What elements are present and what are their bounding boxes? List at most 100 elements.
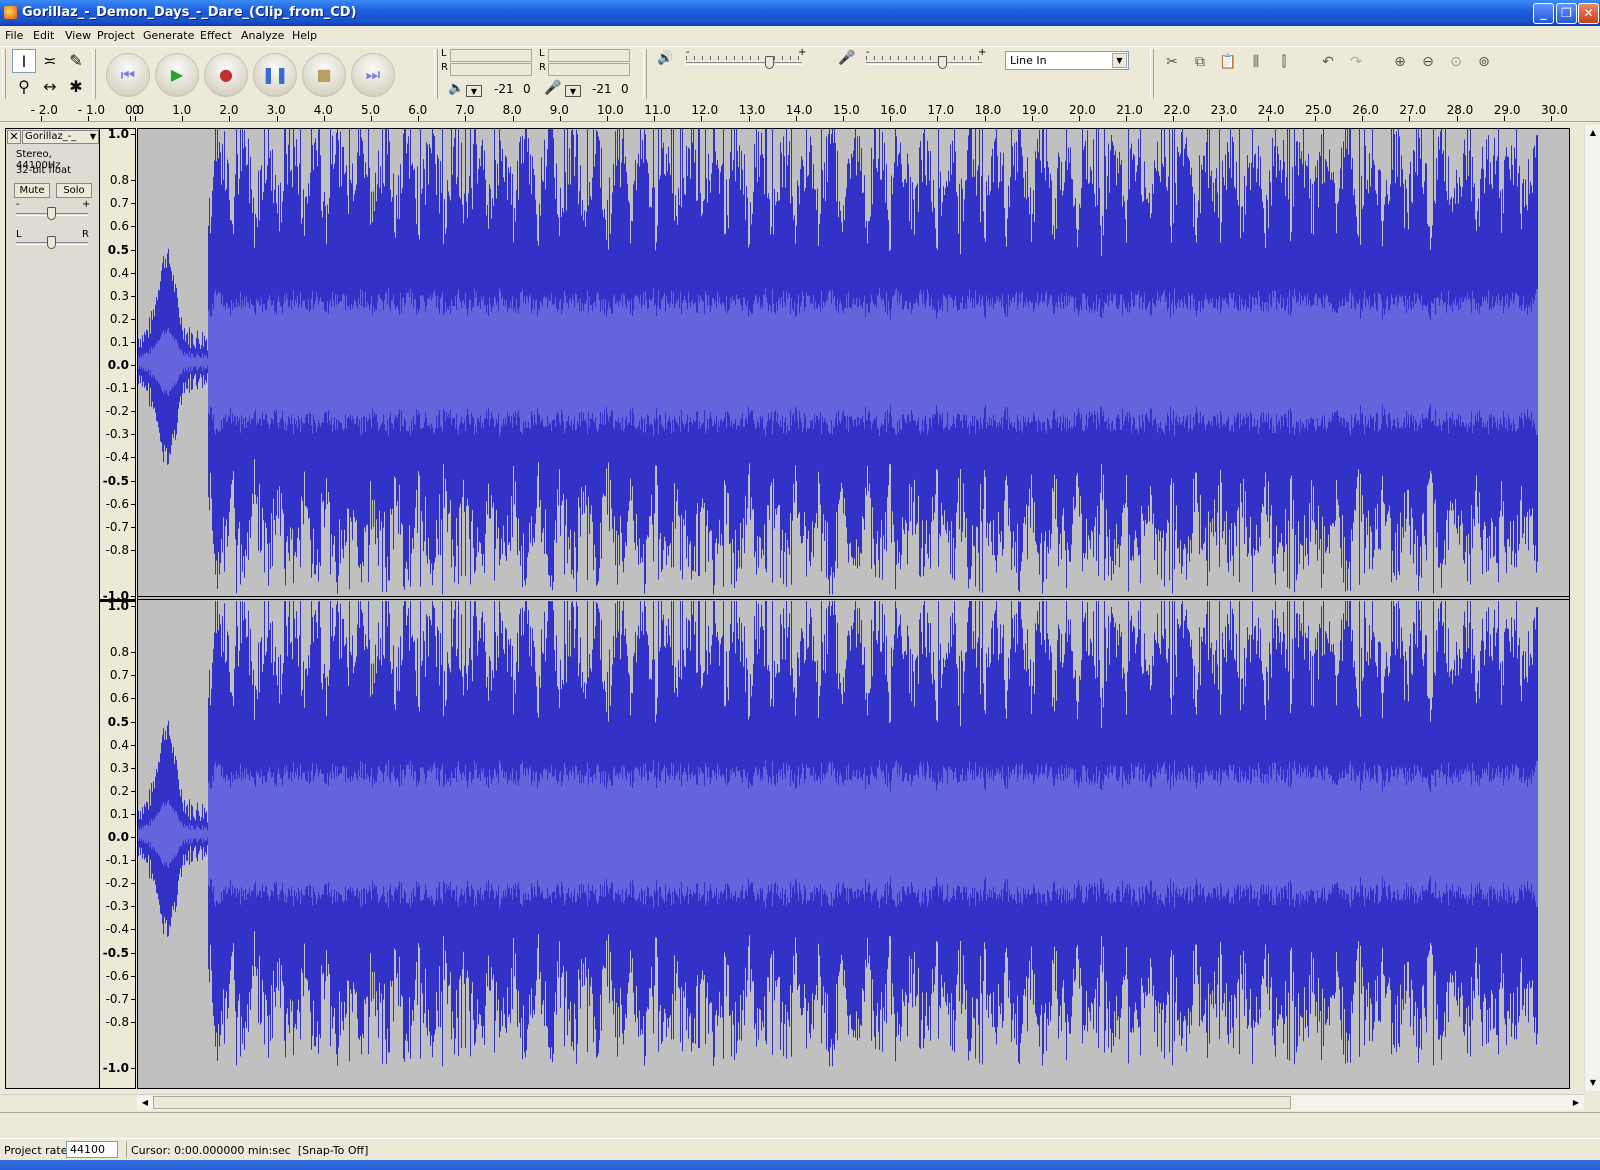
- menu-edit[interactable]: Edit: [33, 29, 54, 42]
- toolbar-grip[interactable]: [434, 49, 438, 99]
- waveform-display[interactable]: [137, 128, 1570, 1089]
- output-volume-slider[interactable]: [686, 62, 802, 65]
- amplitude-label: -0.2: [105, 404, 129, 419]
- minimize-button[interactable]: _: [1533, 3, 1554, 24]
- redo-icon[interactable]: ↷: [1344, 51, 1368, 73]
- menu-effect[interactable]: Effect: [200, 29, 232, 42]
- horizontal-scrollbar[interactable]: ◀ ▶: [137, 1094, 1584, 1110]
- horizontal-scroll-thumb[interactable]: [153, 1096, 1291, 1109]
- menu-help[interactable]: Help: [292, 29, 317, 42]
- scroll-up-icon[interactable]: ▲: [1585, 125, 1600, 141]
- record-button[interactable]: ●: [204, 53, 248, 97]
- ruler-label: 3.0: [266, 103, 286, 117]
- amplitude-tick: [131, 813, 135, 815]
- menu-view[interactable]: View: [65, 29, 91, 42]
- menu-file[interactable]: File: [5, 29, 23, 42]
- silence-icon[interactable]: ⫿: [1272, 51, 1296, 73]
- amplitude-label: 0.7: [109, 668, 129, 683]
- amplitude-tick: [131, 998, 135, 1000]
- input-meter-dropdown-icon[interactable]: ▼: [565, 85, 581, 97]
- zoom-tool-icon[interactable]: ⚲: [12, 75, 36, 99]
- output-volume-slider-thumb[interactable]: [764, 56, 774, 69]
- stop-button[interactable]: ■: [302, 53, 346, 97]
- track-name-menu[interactable]: Gorillaz_-_ ▼: [22, 130, 99, 144]
- pause-button[interactable]: ❚❚: [253, 53, 297, 97]
- amplitude-tick: [131, 503, 135, 505]
- waveform-svg: [138, 129, 1569, 1067]
- scroll-down-icon[interactable]: ▼: [1585, 1075, 1600, 1091]
- ruler-label: 19.0: [1021, 103, 1049, 117]
- amplitude-label: -0.5: [102, 473, 129, 488]
- timeline-ruler[interactable]: - 2.0- 1.0 0 0.0 1.0 2.0 3.0 4.0 5.0 6.0 7.0 8.0 9.…: [0, 102, 1600, 122]
- amplitude-tick: [131, 411, 135, 413]
- vertical-scrollbar[interactable]: ▲ ▼: [1584, 125, 1600, 1091]
- pan-slider-thumb[interactable]: [47, 236, 56, 249]
- toolbar-grip[interactable]: [2, 49, 6, 99]
- skip-to-end-button[interactable]: ⏭: [351, 53, 395, 97]
- output-meter-dropdown-icon[interactable]: ▼: [466, 85, 482, 97]
- draw-tool-icon[interactable]: ✎: [64, 49, 88, 73]
- fit-project-icon[interactable]: ⊚: [1472, 51, 1496, 73]
- input-meter-right-label: R: [539, 62, 546, 73]
- input-db-left: -21: [592, 82, 612, 96]
- track-control-panel[interactable]: ✕ Gorillaz_-_ ▼ Stereo, 44100Hz 32-bit f…: [5, 128, 100, 1089]
- copy-icon[interactable]: ⧉: [1188, 51, 1212, 73]
- zoom-in-icon[interactable]: ⊕: [1388, 51, 1412, 73]
- solo-button[interactable]: Solo: [56, 183, 92, 198]
- close-button[interactable]: ✕: [1578, 3, 1599, 24]
- amplitude-tick: [131, 318, 135, 320]
- zoom-out-icon[interactable]: ⊖: [1416, 51, 1440, 73]
- ruler-tick: [135, 116, 136, 121]
- amplitude-tick: [131, 549, 135, 551]
- timeshift-tool-icon[interactable]: ↔: [38, 75, 62, 99]
- chevron-down-icon[interactable]: ▼: [1112, 53, 1127, 68]
- multi-tool-icon[interactable]: ✱: [64, 75, 88, 99]
- amplitude-label: 0.8: [109, 645, 129, 660]
- input-source-select[interactable]: Line In ▼: [1005, 51, 1129, 70]
- amplitude-label: -0.3: [105, 427, 129, 442]
- ruler-label: 11.0: [644, 103, 671, 117]
- amplitude-ruler[interactable]: 1.0 0.8 0.7 0.6 0.5 0.4 0.3 0.2 0.1 0.0 -0.1 -0.2 -0…: [100, 127, 136, 1089]
- menu-generate[interactable]: Generate: [143, 29, 194, 42]
- toolbar-grip[interactable]: [643, 49, 647, 99]
- scroll-left-icon[interactable]: ◀: [137, 1095, 153, 1110]
- toolbar-grip[interactable]: [1150, 49, 1154, 99]
- amplitude-tick: [131, 457, 135, 459]
- amplitude-label: 0.1: [109, 334, 129, 349]
- ruler-label: 8.0: [502, 103, 522, 117]
- undo-icon[interactable]: ↶: [1316, 51, 1340, 73]
- menu-project[interactable]: Project: [97, 29, 135, 42]
- play-button[interactable]: ▶: [155, 53, 199, 97]
- amplitude-label: -0.2: [105, 876, 129, 891]
- menu-analyze[interactable]: Analyze: [241, 29, 284, 42]
- ruler-label: 5.0: [361, 103, 381, 117]
- mute-button[interactable]: Mute: [14, 183, 50, 198]
- track-close-icon[interactable]: ✕: [7, 130, 21, 144]
- amplitude-tick: [131, 295, 135, 297]
- track-bitdepth: 32-bit float: [16, 165, 72, 176]
- maximize-button[interactable]: ❐: [1556, 3, 1577, 24]
- input-volume-slider-thumb[interactable]: [937, 56, 947, 69]
- skip-to-start-button[interactable]: ⏮: [106, 53, 150, 97]
- project-rate-input[interactable]: 44100: [66, 1141, 118, 1158]
- title-bar[interactable]: Gorillaz_-_Demon_Days_-_Dare_(Clip_from_…: [0, 0, 1600, 26]
- ruler-tick: [1362, 116, 1364, 121]
- output-meter-right-bar[interactable]: [450, 63, 532, 76]
- ruler-tick: [1220, 116, 1222, 121]
- cut-icon[interactable]: ✂: [1160, 51, 1184, 73]
- input-meter-right-bar[interactable]: [548, 63, 630, 76]
- input-meter-left-bar[interactable]: [548, 49, 630, 62]
- trim-icon[interactable]: ⫼: [1244, 51, 1268, 73]
- amplitude-tick: [131, 596, 135, 597]
- input-volume-slider[interactable]: [866, 62, 982, 65]
- selection-tool-icon[interactable]: I: [12, 49, 36, 73]
- paste-icon[interactable]: 📋: [1216, 51, 1240, 73]
- ruler-label: 13.0: [738, 103, 766, 117]
- status-line: [0, 1112, 1600, 1134]
- gain-slider-thumb[interactable]: [47, 207, 56, 220]
- scroll-right-icon[interactable]: ▶: [1568, 1095, 1584, 1110]
- toolbar-grip[interactable]: [92, 49, 96, 99]
- fit-selection-icon[interactable]: ⊙: [1444, 51, 1468, 73]
- output-meter-left-bar[interactable]: [450, 49, 532, 62]
- envelope-tool-icon[interactable]: ≍: [38, 49, 62, 73]
